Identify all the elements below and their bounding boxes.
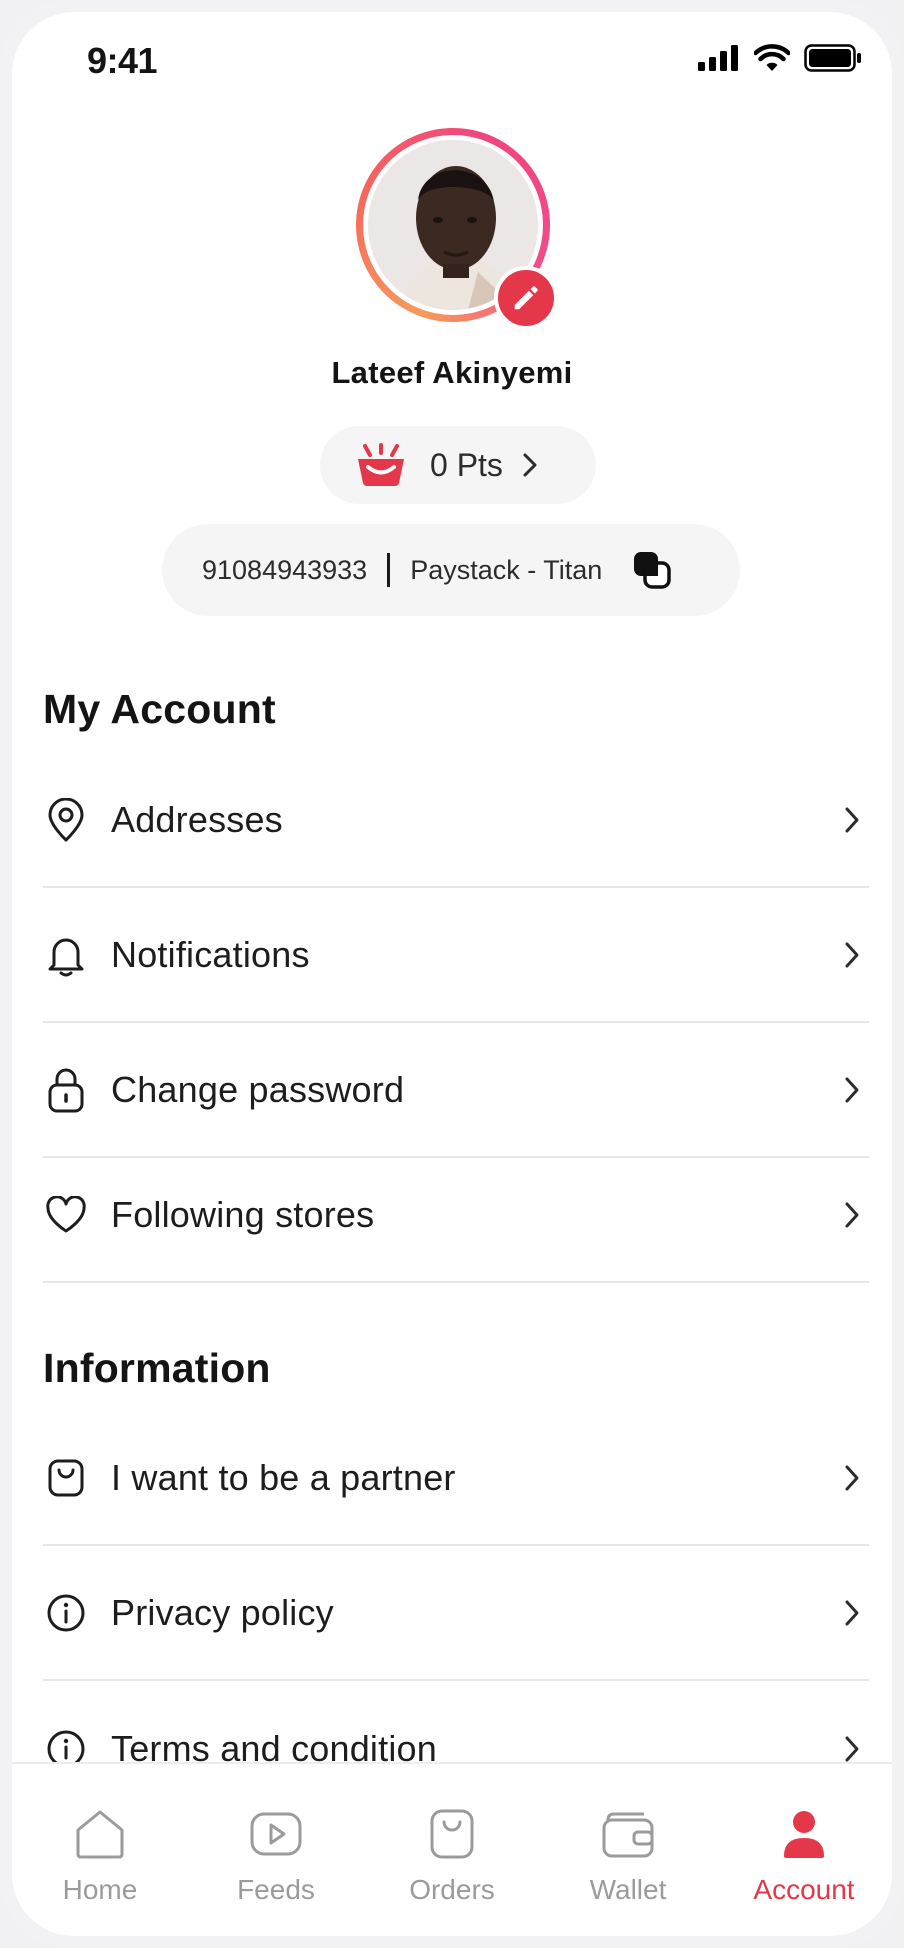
section-title-information: Information — [43, 1345, 271, 1391]
tab-feeds[interactable]: Feeds — [188, 1764, 364, 1936]
menu-item-privacy-policy[interactable]: Privacy policy — [43, 1547, 869, 1681]
edit-avatar-button[interactable] — [494, 266, 558, 330]
chevron-right-icon — [845, 1202, 859, 1228]
tab-label: Orders — [409, 1874, 495, 1905]
tab-label: Feeds — [237, 1874, 315, 1905]
menu-item-addresses[interactable]: Addresses — [43, 754, 869, 888]
rewards-basket-icon — [358, 443, 404, 486]
status-time: 9:41 — [87, 40, 158, 81]
bag-icon — [430, 1809, 474, 1859]
tab-label: Home — [62, 1874, 138, 1905]
menu-item-label: I want to be a partner — [111, 1457, 456, 1498]
menu-item-change-password[interactable]: Change password — [43, 1024, 869, 1158]
tab-wallet[interactable]: Wallet — [540, 1764, 716, 1936]
menu-item-label: Change password — [111, 1069, 405, 1110]
chevron-right-icon — [845, 1736, 859, 1762]
user-icon — [784, 1811, 824, 1858]
tab-bar: Home Feeds Orders Wallet Account — [12, 1762, 892, 1936]
points-pill[interactable]: 0 Pts — [320, 426, 596, 504]
menu-item-following-stores[interactable]: Following stores — [43, 1149, 869, 1283]
chevron-right-icon — [845, 1465, 859, 1491]
battery-icon — [804, 44, 861, 72]
wifi-icon — [754, 44, 790, 71]
chevron-right-icon — [523, 453, 537, 477]
menu-item-label: Privacy policy — [111, 1592, 334, 1633]
phone-frame: 9:41 Lateef Akinyemi 0 Pts 91084943933 P… — [0, 0, 904, 1948]
tab-orders[interactable]: Orders — [364, 1764, 540, 1936]
home-icon — [76, 1810, 124, 1859]
chevron-right-icon — [845, 1600, 859, 1626]
section-title-my-account: My Account — [43, 686, 276, 732]
copy-icon[interactable] — [632, 550, 672, 590]
divider — [387, 553, 391, 587]
play-icon — [250, 1812, 302, 1856]
shopping-bag-icon — [48, 1459, 84, 1497]
chevron-right-icon — [845, 807, 859, 833]
chevron-right-icon — [845, 1077, 859, 1103]
menu-item-label: Addresses — [111, 799, 283, 840]
location-pin-icon — [48, 798, 84, 842]
screen: 9:41 Lateef Akinyemi 0 Pts 91084943933 P… — [12, 12, 892, 1936]
tab-account[interactable]: Account — [716, 1764, 892, 1936]
info-icon — [47, 1594, 85, 1632]
status-icons — [698, 44, 862, 72]
lock-icon — [48, 1068, 84, 1113]
wallet-icon — [602, 1812, 654, 1858]
profile-name: Lateef Akinyemi — [331, 355, 573, 390]
tab-label: Account — [753, 1874, 855, 1905]
account-number-pill: 91084943933 Paystack - Titan — [162, 524, 740, 616]
menu-item-label: Notifications — [111, 934, 310, 975]
menu-item-notifications[interactable]: Notifications — [43, 889, 869, 1023]
tab-home[interactable]: Home — [12, 1764, 188, 1936]
tab-label: Wallet — [589, 1874, 667, 1905]
bank-name: Paystack - Titan — [410, 554, 603, 585]
heart-icon — [46, 1196, 86, 1233]
menu-item-partner[interactable]: I want to be a partner — [43, 1412, 869, 1546]
account-number: 91084943933 — [202, 554, 368, 585]
pencil-icon — [514, 286, 538, 310]
bell-icon — [48, 938, 84, 977]
points-value: 0 Pts — [430, 446, 503, 483]
signal-icon — [698, 45, 738, 71]
menu-item-label: Following stores — [111, 1194, 375, 1235]
chevron-right-icon — [845, 942, 859, 968]
